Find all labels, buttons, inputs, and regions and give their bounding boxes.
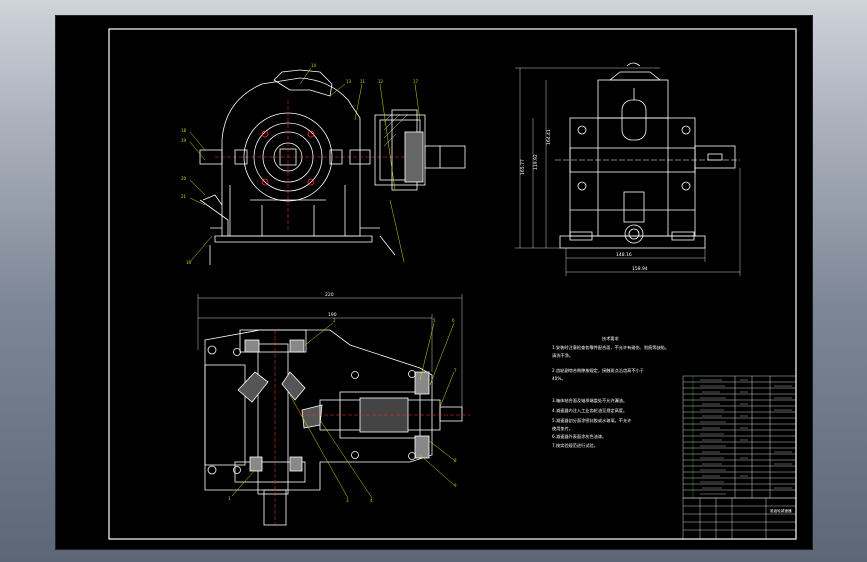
side-view — [555, 62, 740, 249]
part-label: 2 — [333, 318, 336, 323]
part-label: 14 — [311, 63, 317, 68]
tech-line: 2.齿轮副啮合侧隙按规定，接触斑点沿齿高不小于 — [552, 367, 644, 374]
dim-text: 148.16 — [616, 252, 632, 258]
part-label: 12 — [378, 79, 384, 84]
tech-line: 4.减速器内注入工业齿轮油至规定高度。 — [552, 407, 627, 414]
part-label: 3 — [346, 498, 349, 503]
tech-line: 40%。 — [552, 376, 566, 381]
tech-line: 7.按实验规范进行试验。 — [552, 442, 598, 449]
front-view — [199, 69, 466, 265]
dim-text: 158.94 — [632, 266, 648, 272]
tech-line: 3.箱体结合面及轴承端盖处不允许漏油。 — [552, 397, 627, 404]
parts-list-entries — [700, 379, 792, 495]
part-label: 9 — [454, 483, 457, 488]
part-label: 4 — [370, 498, 373, 503]
part-label: 13 — [346, 79, 352, 84]
dim-text: 165.77 — [520, 159, 526, 175]
parts-list — [682, 375, 797, 540]
dim-text: 164.41 — [546, 129, 552, 145]
top-part-labels: 2 1 3 4 5 6 7 8 9 — [228, 318, 457, 503]
part-label: 8 — [454, 458, 457, 463]
top-leaders — [231, 322, 455, 499]
tech-line: 6.减速器外表面涂灰色油漆。 — [552, 433, 606, 440]
drawing-name: 锥齿轮减速器 — [770, 508, 792, 513]
side-dim-text: 165.77 119.92 164.41 148.16 158.94 — [520, 129, 648, 272]
part-label: 16 — [186, 260, 192, 265]
part-label: 19 — [181, 138, 187, 143]
part-label: 11 — [360, 79, 366, 84]
top-dim-text: 220 190 — [325, 292, 337, 318]
dim-text: 119.92 — [533, 154, 539, 170]
technical-requirements: 技术要求 1.安装时注意检查各零件配合面，不允许有碰伤、划痕等缺陷。 清洗干净。… — [552, 335, 669, 449]
tech-line: 1.安装时注意检查各零件配合面，不允许有碰伤、划痕等缺陷。 — [552, 344, 669, 351]
tech-line: 清洗干净。 — [552, 352, 573, 359]
part-label: 21 — [181, 194, 187, 199]
dim-text: 220 — [325, 292, 334, 298]
front-leaders — [189, 67, 421, 263]
part-label: 20 — [181, 176, 187, 181]
part-label: 17 — [413, 79, 419, 84]
title-block: 锥齿轮减速器 — [770, 508, 792, 513]
parts-list-rows — [683, 381, 796, 491]
part-label: 6 — [452, 318, 455, 323]
tech-line: 使用垫片。 — [552, 425, 573, 432]
tech-title: 技术要求 — [602, 335, 620, 342]
tech-line: 5.减速器剖分面涂密封胶或水玻璃，不允许 — [552, 417, 631, 424]
part-label: 7 — [454, 368, 457, 373]
part-label: 5 — [433, 318, 436, 323]
part-label: 18 — [181, 128, 187, 133]
top-view — [204, 329, 470, 526]
drawing-sheet: 14 13 11 12 17 18 19 20 21 16 165.77 119… — [108, 28, 797, 540]
part-label: 1 — [228, 496, 231, 501]
